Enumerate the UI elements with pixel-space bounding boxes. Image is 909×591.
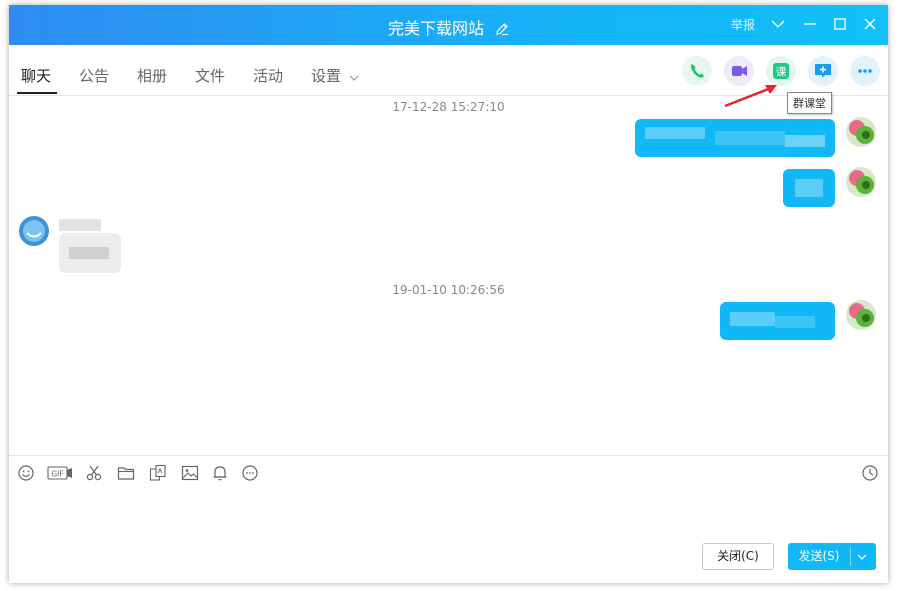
- chevron-down-icon[interactable]: [769, 15, 787, 33]
- gif-icon[interactable]: GIF: [47, 464, 73, 482]
- sender-name-blurred: [59, 219, 101, 231]
- avatar[interactable]: [19, 216, 49, 246]
- phone-icon[interactable]: [682, 56, 712, 86]
- blurred-text: [775, 316, 815, 328]
- blurred-text: [795, 179, 823, 197]
- history-clock-icon[interactable]: [861, 464, 879, 482]
- tab-album[interactable]: 相册: [137, 65, 167, 86]
- svg-text:GIF: GIF: [51, 470, 63, 479]
- avatar[interactable]: [846, 117, 876, 147]
- settings-chevron-down-icon[interactable]: [348, 69, 360, 88]
- tab-chat[interactable]: 聊天: [21, 65, 51, 86]
- folder-icon[interactable]: [117, 464, 135, 482]
- tab-activity[interactable]: 活动: [253, 65, 283, 86]
- course-icon-label: 课: [776, 66, 787, 79]
- outgoing-message-bubble: [783, 169, 835, 207]
- tab-settings[interactable]: 设置: [311, 65, 341, 86]
- window-title: 完美下载网站: [387, 19, 484, 38]
- emoji-icon[interactable]: [17, 464, 35, 482]
- avatar[interactable]: [846, 167, 876, 197]
- blurred-text: [715, 131, 785, 145]
- blurred-text: [69, 247, 109, 259]
- edit-icon[interactable]: [495, 21, 509, 40]
- close-icon[interactable]: [861, 15, 879, 33]
- image-icon[interactable]: [181, 464, 199, 482]
- input-toolbar-divider: [9, 455, 888, 457]
- scissors-icon[interactable]: [85, 464, 103, 482]
- send-button-divider: [850, 547, 851, 566]
- blurred-text: [645, 127, 705, 139]
- blurred-text: [730, 312, 775, 326]
- blurred-text: [785, 135, 825, 147]
- window-title-wrap: 完美下载网站: [9, 15, 888, 40]
- timestamp: 19-01-10 10:26:56: [392, 283, 505, 297]
- send-button[interactable]: 发送(S): [788, 543, 876, 570]
- send-button-label: 发送(S): [798, 549, 840, 563]
- active-tab-indicator: [17, 92, 57, 94]
- send-options-chevron-down-icon[interactable]: [854, 549, 870, 568]
- avatar[interactable]: [846, 300, 876, 330]
- timestamp: 17-12-28 15:27:10: [392, 100, 505, 114]
- sticker-icon[interactable]: [149, 464, 167, 482]
- tab-announcement[interactable]: 公告: [79, 65, 109, 86]
- minimize-icon[interactable]: [801, 15, 819, 33]
- bell-icon[interactable]: [211, 464, 229, 482]
- outgoing-message-bubble: [635, 119, 835, 157]
- more-circle-icon[interactable]: [241, 464, 259, 482]
- share-screen-icon[interactable]: [808, 56, 838, 86]
- outgoing-message-bubble: [720, 302, 835, 340]
- report-link[interactable]: 举报: [731, 16, 755, 33]
- incoming-message-bubble: [59, 233, 121, 273]
- maximize-icon[interactable]: [831, 15, 849, 33]
- chat-window: 完美下载网站 举报 聊天 公告 相册 文件 活动 设置 课 群课堂 17-12-…: [9, 5, 888, 583]
- close-button[interactable]: 关闭(C): [702, 543, 774, 570]
- more-icon[interactable]: [850, 56, 880, 86]
- tab-files[interactable]: 文件: [195, 65, 225, 86]
- title-bar: 完美下载网站 举报: [9, 5, 888, 45]
